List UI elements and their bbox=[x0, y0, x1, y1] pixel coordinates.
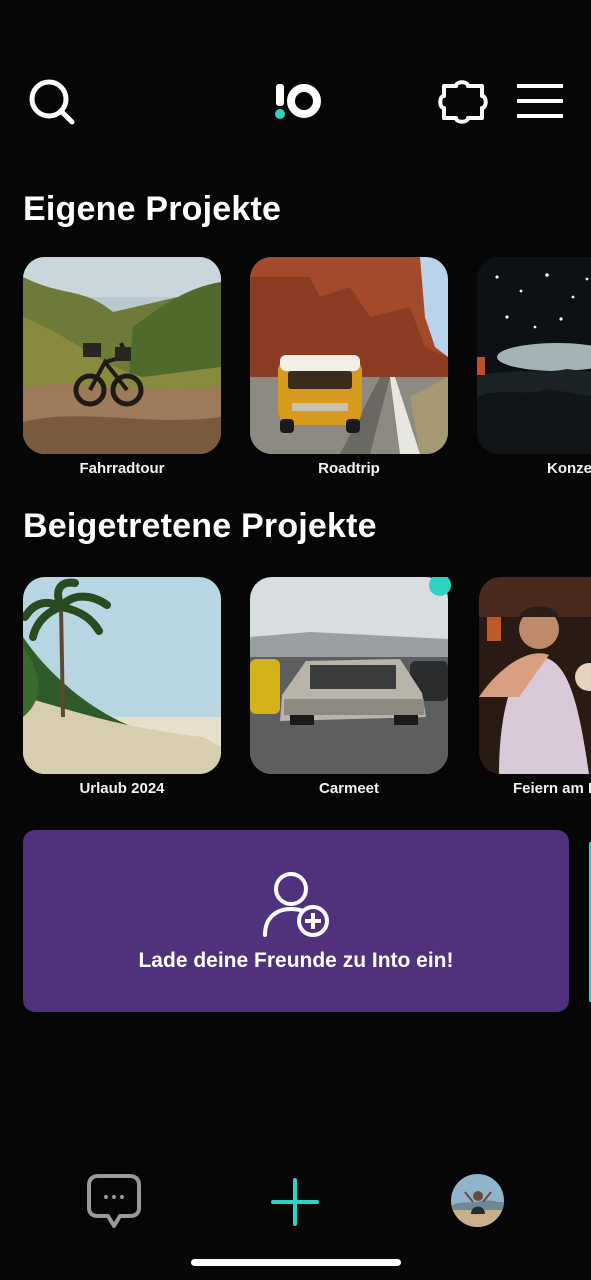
project-card-konzert[interactable]: Konze bbox=[477, 257, 591, 477]
home-indicator bbox=[191, 1259, 401, 1266]
app-logo bbox=[270, 80, 324, 122]
own-projects-carousel[interactable]: Fahrradtour Roadtrip Konze bbox=[0, 257, 591, 487]
search-icon[interactable] bbox=[28, 78, 76, 126]
project-thumbnail bbox=[23, 577, 221, 774]
project-card-label: Roadtrip bbox=[318, 460, 380, 477]
project-card-label: Carmeet bbox=[318, 780, 380, 797]
add-user-icon bbox=[261, 869, 331, 941]
own-projects-heading: Eigene Projekte bbox=[23, 190, 282, 228]
joined-projects-heading: Beigetretene Projekte bbox=[23, 507, 377, 545]
menu-icon[interactable] bbox=[515, 82, 565, 120]
project-card-feiern[interactable]: Feiern am I bbox=[479, 577, 591, 797]
project-card-label: Feiern am I bbox=[513, 780, 591, 797]
project-thumbnail bbox=[23, 257, 221, 454]
plus-icon[interactable] bbox=[270, 1177, 320, 1227]
project-thumbnail bbox=[477, 257, 591, 454]
invite-friends-banner[interactable]: Lade deine Freunde zu Into ein! bbox=[23, 830, 569, 1012]
invite-text: Lade deine Freunde zu Into ein! bbox=[138, 949, 454, 972]
project-card-label: Konze bbox=[547, 460, 591, 477]
puzzle-icon[interactable] bbox=[438, 80, 488, 124]
profile-avatar[interactable] bbox=[451, 1174, 504, 1227]
project-thumbnail bbox=[250, 257, 448, 454]
joined-projects-carousel[interactable]: Urlaub 2024 Carmeet Feiern am I bbox=[0, 577, 591, 807]
project-thumbnail bbox=[479, 577, 591, 774]
project-thumbnail bbox=[250, 577, 448, 774]
project-card-label: Fahrradtour bbox=[79, 460, 165, 477]
project-card-carmeet[interactable]: Carmeet bbox=[250, 577, 448, 797]
chat-icon[interactable] bbox=[86, 1172, 142, 1230]
project-card-urlaub-2024[interactable]: Urlaub 2024 bbox=[23, 577, 221, 797]
project-card-roadtrip[interactable]: Roadtrip bbox=[250, 257, 448, 477]
project-card-label: Urlaub 2024 bbox=[79, 780, 165, 797]
project-card-fahrradtour[interactable]: Fahrradtour bbox=[23, 257, 221, 477]
